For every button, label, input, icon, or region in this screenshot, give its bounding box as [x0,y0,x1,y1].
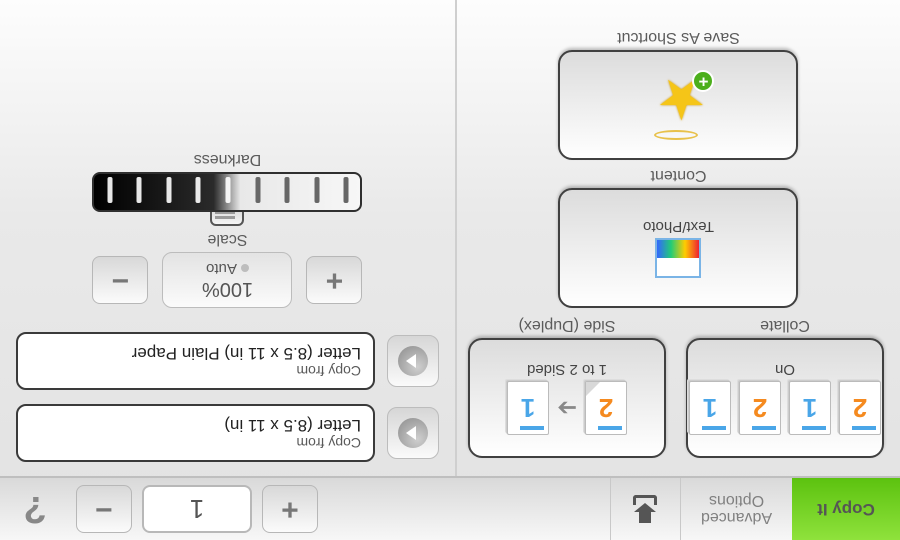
collate-label: Collate [760,316,810,334]
copy-count-group: + 1 − [70,478,324,540]
save-button[interactable] [610,478,680,540]
darkness-slider[interactable] [93,172,363,212]
row-collate-duplex: 2 1 2 1 On Collate 2 ➔ 1 1 t [473,310,884,458]
scale-group: + 100% Auto − Scale [93,230,363,308]
shortcut-label: Save As Shortcut [617,28,740,46]
copy-from-box[interactable]: Copy from Letter (8.5 x 11 in) [16,404,375,462]
copy-to-go-button[interactable] [387,335,439,387]
collate-group: 2 1 2 1 On Collate [686,316,884,458]
duplex-value: 1 to 2 Sided [527,361,607,378]
qty-minus-button[interactable]: − [76,485,132,533]
copy-to-value: Letter (8.5 x 11 in) Plain Paper [30,343,361,363]
content-group: Text/Photo Content [473,166,884,308]
copy-from-row: Copy from Letter (8.5 x 11 in) [16,404,439,462]
collate-art: 2 1 2 1 [689,381,881,435]
copy-to-row: Copy from Letter (8.5 x 11 in) Plain Pap… [16,332,439,390]
scale-minus-button[interactable]: − [93,256,149,304]
content-value: Text/Photo [643,218,714,235]
main-area: 2 1 2 1 On Collate 2 ➔ 1 1 t [0,0,900,476]
help-button[interactable]: ? [0,478,70,540]
scale-value: 100% [202,277,253,300]
copy-it-label: Copy It [817,499,875,519]
copy-from-go-button[interactable] [387,407,439,459]
content-thumb-icon [656,238,702,278]
save-shortcut-tile[interactable]: ★ + [559,50,799,160]
qty-field[interactable]: 1 [142,485,252,533]
scale-mode: Auto [206,260,237,277]
copy-to-label: Copy from [30,363,361,379]
duplex-art: 2 ➔ 1 [507,381,627,435]
dot-icon [241,265,249,273]
copy-from-value: Letter (8.5 x 11 in) [30,415,361,435]
shortcut-group: ★ + Save As Shortcut [473,28,884,160]
copy-from-label: Copy from [30,435,361,451]
copy-it-button[interactable]: Copy It [792,478,900,540]
star-add-icon: ★ + [639,70,719,140]
toolbar-spacer [324,478,610,540]
darkness-group: Darkness [93,150,363,212]
qty-value: 1 [190,494,204,525]
content-tile[interactable]: Text/Photo [559,188,799,308]
qty-plus-button[interactable]: + [262,485,318,533]
darkness-track [93,172,363,212]
scale-display[interactable]: 100% Auto [163,252,293,308]
duplex-tile[interactable]: 2 ➔ 1 1 to 2 Sided [468,338,666,458]
scale-plus-button[interactable]: + [307,256,363,304]
content-label: Content [650,166,706,184]
duplex-label: Side (Duplex) [519,316,616,334]
save-to-tray-icon [632,495,660,523]
help-icon: ? [23,488,46,531]
arrow-right-icon: ➔ [557,394,577,423]
advanced-line1: Advanced [701,509,772,526]
copy-to-box[interactable]: Copy from Letter (8.5 x 11 in) Plain Pap… [16,332,375,390]
scale-label: Scale [207,230,247,248]
darkness-label: Darkness [194,150,262,168]
advanced-options-button[interactable]: Advanced Options [680,478,792,540]
top-toolbar: Copy It Advanced Options + 1 − ? [0,476,900,540]
collate-value: On [775,361,795,378]
duplex-group: 2 ➔ 1 1 to 2 Sided Side (Duplex) [468,316,666,458]
collate-tile[interactable]: 2 1 2 1 On [686,338,884,458]
options-column: 2 1 2 1 On Collate 2 ➔ 1 1 t [455,0,900,476]
settings-column: Copy from Letter (8.5 x 11 in) Copy from… [0,0,455,476]
advanced-line2: Options [701,492,772,509]
